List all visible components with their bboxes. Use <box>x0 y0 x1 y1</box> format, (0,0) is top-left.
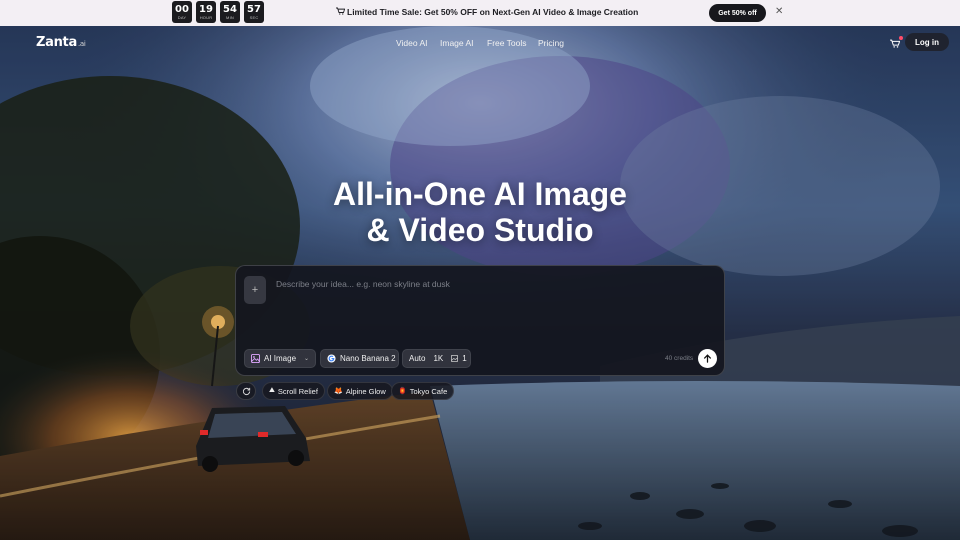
aspect-ratio-label: Auto <box>409 354 426 363</box>
mode-label: AI Image <box>264 354 297 363</box>
image-count-label: 1 <box>462 354 467 363</box>
suggestion-chip[interactable]: 🏮 Tokyo Cafe <box>391 382 455 400</box>
mountain-icon: ⛰ <box>269 387 275 394</box>
login-button[interactable]: Log in <box>905 33 949 51</box>
promo-banner: 00 DAY 19 HOUR 54 MIN 57 SEC Limited Tim… <box>0 0 960 26</box>
close-icon[interactable]: ✕ <box>775 6 783 17</box>
cart-icon <box>336 7 346 17</box>
suggestion-label: Scroll Relief <box>277 386 318 396</box>
nav-link-free-tools[interactable]: Free Tools <box>487 38 527 48</box>
hero-title-line2: & Video Studio <box>366 212 594 248</box>
countdown-days: 00 DAY <box>172 1 192 23</box>
nav-link-pricing[interactable]: Pricing <box>538 38 564 48</box>
image-icon <box>251 354 260 363</box>
countdown-days-value: 00 <box>175 3 189 15</box>
suggestion-label: Alpine Glow <box>345 386 386 396</box>
image-count-icon <box>451 355 459 362</box>
generate-button[interactable] <box>698 349 717 368</box>
countdown-minutes-unit: MIN <box>226 14 234 20</box>
lantern-icon: 🏮 <box>398 388 407 395</box>
logo-name: Zanta <box>36 35 77 50</box>
sale-countdown: 00 DAY 19 HOUR 54 MIN 57 SEC <box>172 1 266 23</box>
get-discount-button[interactable]: Get 50% off <box>709 4 766 22</box>
refresh-icon <box>242 387 250 395</box>
mode-selector[interactable]: AI Image ⌄ <box>244 349 316 368</box>
countdown-days-unit: DAY <box>177 14 187 20</box>
countdown-seconds-value: 57 <box>247 3 261 15</box>
plus-icon: + <box>251 284 259 296</box>
hero-title-line1: All-in-One AI Image <box>333 176 627 212</box>
countdown-hours-value: 19 <box>199 3 213 15</box>
resolution-label: 1K <box>433 354 444 363</box>
countdown-seconds: 57 SEC <box>244 1 264 23</box>
countdown-hours-unit: HOUR <box>199 14 213 20</box>
cart-notification-dot <box>899 36 903 40</box>
google-logo-icon <box>327 354 336 363</box>
nav-link-video-ai[interactable]: Video AI <box>396 38 428 48</box>
model-label: Nano Banana 2 <box>340 354 396 363</box>
logo-tld: .ai <box>77 40 86 48</box>
promo-message: Limited Time Sale: Get 50% OFF on Next-G… <box>336 7 638 17</box>
countdown-minutes: 54 MIN <box>220 1 240 23</box>
cart-icon <box>890 39 900 48</box>
fox-icon: 🦊 <box>334 388 343 395</box>
suggestion-chip[interactable]: 🦊 Alpine Glow <box>327 382 393 400</box>
chevron-down-icon: ⌄ <box>303 356 309 362</box>
suggestion-chip[interactable]: ⛰ Scroll Relief <box>262 382 325 400</box>
generation-settings[interactable]: Auto 1K 1 <box>402 349 471 368</box>
hero-title: All-in-One AI Image & Video Studio <box>0 176 960 248</box>
model-selector[interactable]: Nano Banana 2 <box>320 349 399 368</box>
promo-message-text: Limited Time Sale: Get 50% OFF on Next-G… <box>347 7 639 17</box>
countdown-seconds-unit: SEC <box>249 14 259 20</box>
countdown-minutes-value: 54 <box>223 3 237 15</box>
arrow-up-icon <box>703 354 712 363</box>
logo[interactable]: Zanta.ai <box>36 35 86 50</box>
cart-button[interactable] <box>888 36 903 50</box>
credits-remaining: 40 credits <box>665 355 694 362</box>
add-attachment-button[interactable]: + <box>244 276 266 304</box>
refresh-suggestions-button[interactable] <box>236 382 256 400</box>
prompt-panel: + AI Image ⌄ Nano Banana 2 Auto 1K 1 40 … <box>235 265 725 376</box>
countdown-hours: 19 HOUR <box>196 1 216 23</box>
suggestion-label: Tokyo Cafe <box>409 386 448 396</box>
nav-link-image-ai[interactable]: Image AI <box>440 38 474 48</box>
prompt-input[interactable] <box>276 276 696 292</box>
